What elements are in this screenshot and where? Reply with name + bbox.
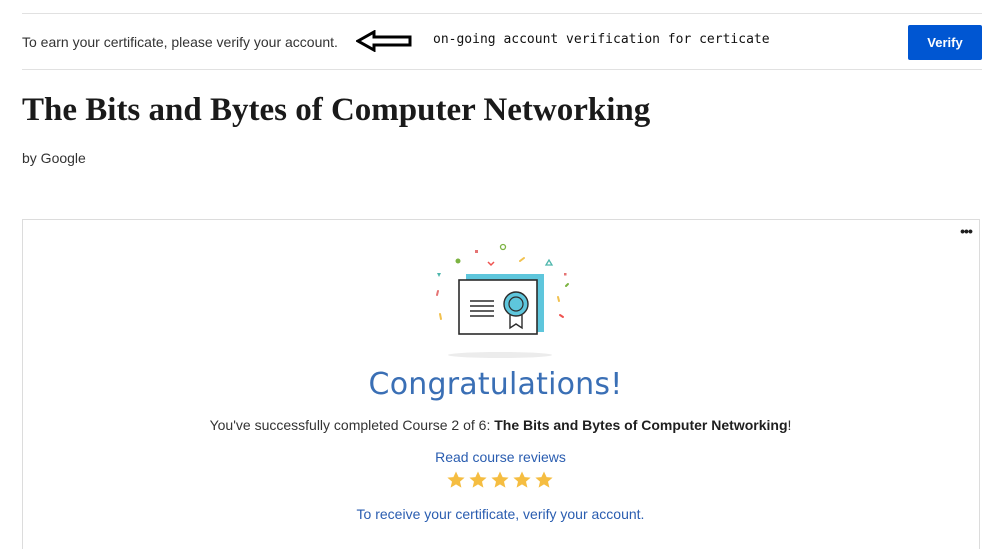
star-icon[interactable] — [468, 470, 488, 490]
completion-message: You've successfully completed Course 2 o… — [0, 417, 991, 433]
course-title: The Bits and Bytes of Computer Networkin… — [22, 92, 651, 128]
left-arrow-icon — [356, 30, 412, 52]
read-reviews-link[interactable]: Read course reviews — [0, 449, 991, 465]
more-options-icon[interactable]: ••• — [958, 224, 974, 240]
completed-course-name: The Bits and Bytes of Computer Networkin… — [494, 417, 788, 433]
annotation-note: on-going account verification for certic… — [433, 32, 770, 47]
star-icon[interactable] — [490, 470, 510, 490]
certificate-icon — [436, 243, 569, 358]
banner-bottom-divider — [22, 69, 982, 70]
star-rating[interactable] — [446, 470, 556, 494]
banner-top-divider — [22, 13, 982, 14]
verify-account-link[interactable]: To receive your certificate, verify your… — [0, 506, 991, 522]
star-icon[interactable] — [446, 470, 466, 490]
completion-suffix: ! — [787, 417, 792, 433]
star-icon[interactable] — [512, 470, 532, 490]
congratulations-heading: Congratulations! — [368, 367, 623, 402]
course-byline: by Google — [22, 150, 86, 166]
completion-prefix: You've successfully completed Course 2 o… — [209, 417, 495, 433]
verification-message: To earn your certificate, please verify … — [22, 34, 338, 50]
verify-button[interactable]: Verify — [908, 25, 982, 60]
star-icon[interactable] — [534, 470, 554, 490]
